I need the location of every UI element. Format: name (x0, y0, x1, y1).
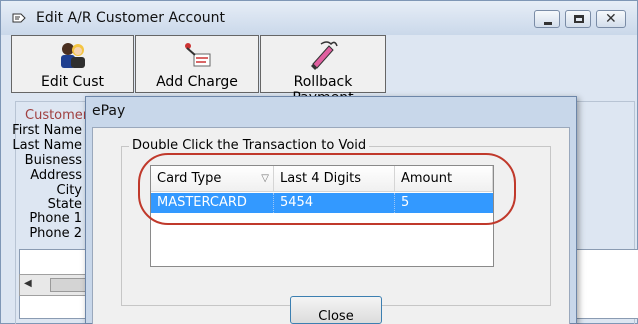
address-label: Address (30, 168, 82, 183)
edit-cust-label: Edit Cust (41, 74, 104, 90)
business-label: Buisness (24, 153, 82, 168)
transaction-row[interactable]: MASTERCARD 5454 5 (151, 193, 493, 213)
phone-2-label: Phone 2 (29, 226, 82, 241)
close-button-label: Close (318, 309, 354, 324)
rollback-payment-button[interactable]: Rollback Payment (260, 35, 386, 106)
column-card-type[interactable]: Card Type ▽ (151, 166, 274, 192)
city-label: City (56, 183, 82, 198)
close-icon: ✕ (605, 11, 617, 27)
toolbar: Edit Cust Add Charge Rollback Payment (11, 35, 631, 106)
dialog-title: ePay (92, 103, 126, 119)
title-bar[interactable]: Edit A/R Customer Account ✕ (1, 1, 637, 35)
card-type-cell: MASTERCARD (151, 193, 274, 213)
app-icon (12, 13, 26, 23)
people-icon (60, 43, 85, 68)
column-last4-label: Last 4 Digits (280, 171, 361, 186)
minimize-button[interactable] (534, 10, 560, 28)
maximize-icon (574, 15, 584, 23)
minimize-icon (544, 22, 552, 25)
phone-1-label: Phone 1 (29, 211, 82, 226)
add-charge-icon (185, 43, 211, 67)
scroll-thumb[interactable] (50, 278, 88, 292)
customer-group-title: Customer (25, 108, 91, 123)
column-card-type-label: Card Type (157, 171, 222, 186)
transactions-list[interactable]: Card Type ▽ Last 4 Digits Amount MASTERC… (150, 165, 494, 267)
edit-cust-button[interactable]: Edit Cust (11, 35, 134, 93)
list-header: Card Type ▽ Last 4 Digits Amount (151, 166, 493, 192)
void-group-title: Double Click the Transaction to Void (129, 138, 370, 153)
add-charge-button[interactable]: Add Charge (135, 35, 259, 93)
maximize-button[interactable] (565, 10, 591, 28)
state-label: State (47, 197, 82, 212)
first-name-label: First Name (12, 123, 82, 138)
horizontal-scrollbar[interactable]: ◀ (19, 274, 89, 296)
rollback-icon (311, 41, 338, 70)
scroll-left-icon[interactable]: ◀ (24, 278, 32, 289)
last-name-label: Last Name (12, 138, 82, 153)
column-amount-label: Amount (401, 171, 453, 186)
close-window-button[interactable]: ✕ (596, 10, 626, 28)
add-charge-label: Add Charge (156, 74, 238, 90)
column-last4[interactable]: Last 4 Digits (274, 166, 395, 192)
column-amount[interactable]: Amount (395, 166, 493, 192)
close-button[interactable]: Close (290, 296, 382, 324)
amount-cell: 5 (401, 195, 410, 210)
last4-cell: 5454 (274, 193, 395, 213)
window-title: Edit A/R Customer Account (36, 10, 226, 26)
sort-desc-icon: ▽ (261, 173, 269, 184)
